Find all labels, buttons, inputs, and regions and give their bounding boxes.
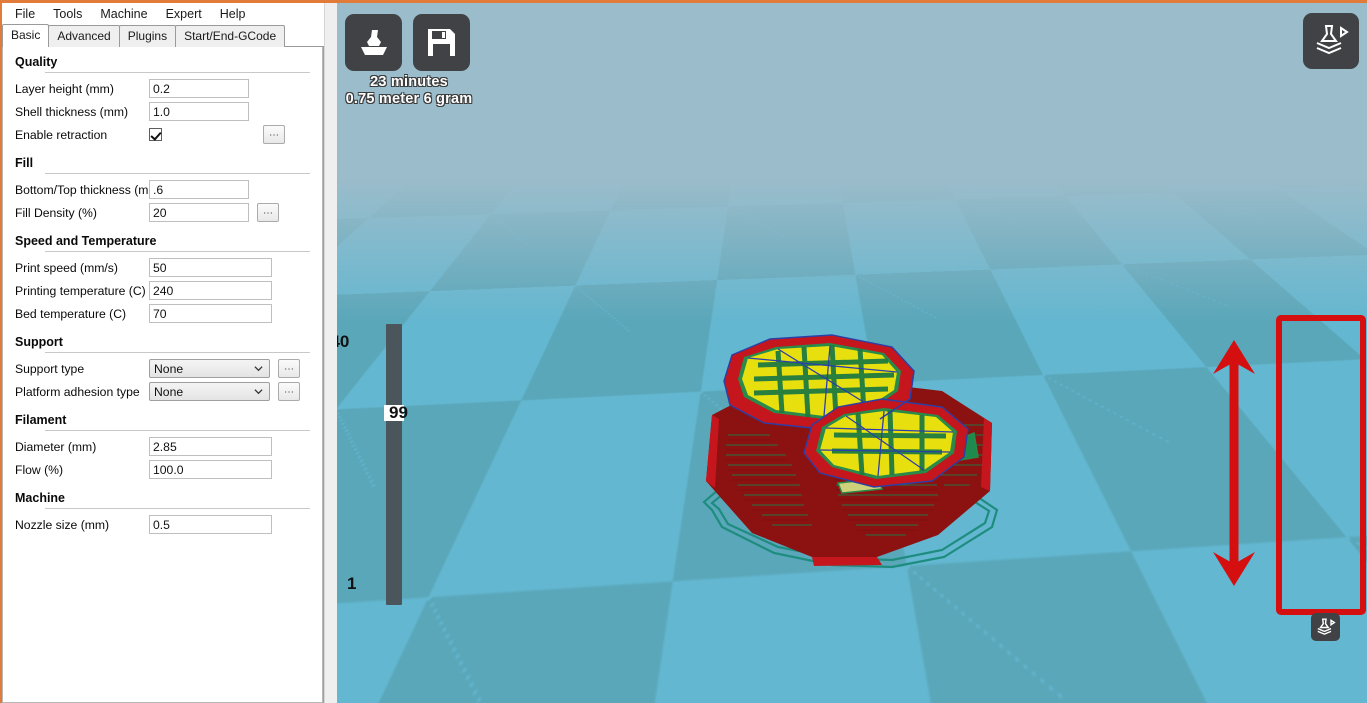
- label-fill-density: Fill Density (%): [15, 206, 149, 220]
- section-divider: [45, 72, 310, 73]
- select-platform-adhesion-type-value: None: [154, 385, 183, 399]
- row-diameter: Diameter (mm): [3, 435, 322, 458]
- input-printing-temperature[interactable]: [149, 281, 272, 300]
- cura-window: File Tools Machine Expert Help Basic Adv…: [0, 0, 1367, 703]
- section-title-support: Support: [3, 335, 322, 350]
- menu-help[interactable]: Help: [211, 4, 255, 24]
- input-bed-temperature[interactable]: [149, 304, 272, 323]
- select-support-type-value: None: [154, 362, 183, 376]
- load-model-icon: [357, 26, 391, 60]
- input-print-speed[interactable]: [149, 258, 272, 277]
- label-nozzle-size: Nozzle size (mm): [15, 518, 149, 532]
- layers-view-icon: [1312, 22, 1350, 60]
- settings-tab-bar: Basic Advanced Plugins Start/End-GCode: [2, 25, 324, 47]
- label-diameter: Diameter (mm): [15, 440, 149, 454]
- row-support-type: Support type None ⋯: [3, 357, 322, 380]
- section-title-machine: Machine: [3, 491, 322, 506]
- menu-expert[interactable]: Expert: [157, 4, 211, 24]
- label-shell-thickness: Shell thickness (mm): [15, 105, 149, 119]
- layer-slider-highlight: [1276, 315, 1366, 615]
- layers-view-small-icon: [1315, 617, 1336, 638]
- row-fill-density: Fill Density (%) ⋯: [3, 201, 322, 224]
- input-shell-thickness[interactable]: [149, 102, 249, 121]
- layer-slider-min-label: 1: [347, 575, 1323, 593]
- chevron-down-icon: [254, 387, 263, 396]
- fill-density-options-button[interactable]: ⋯: [257, 203, 279, 222]
- input-nozzle-size[interactable]: [149, 515, 272, 534]
- input-diameter[interactable]: [149, 437, 272, 456]
- row-flow: Flow (%): [3, 458, 322, 481]
- row-platform-adhesion-type: Platform adhesion type None ⋯: [3, 380, 322, 403]
- label-print-speed: Print speed (mm/s): [15, 261, 149, 275]
- label-printing-temperature: Printing temperature (C): [15, 284, 149, 298]
- menu-machine[interactable]: Machine: [91, 4, 156, 24]
- tab-plugins[interactable]: Plugins: [119, 25, 176, 47]
- label-layer-height: Layer height (mm): [15, 82, 149, 96]
- section-divider: [45, 251, 310, 252]
- row-nozzle-size: Nozzle size (mm): [3, 513, 322, 536]
- settings-panel: File Tools Machine Expert Help Basic Adv…: [2, 3, 324, 703]
- retraction-options-button[interactable]: ⋯: [263, 125, 285, 144]
- section-title-fill: Fill: [3, 156, 322, 171]
- row-shell-thickness: Shell thickness (mm): [3, 100, 322, 123]
- menu-bar: File Tools Machine Expert Help: [2, 3, 324, 25]
- viewport-toolbar: 23 minutes 0.75 meter 6 gram: [345, 14, 477, 108]
- 3d-viewport[interactable]: 23 minutes 0.75 meter 6 gram 140 99 1: [337, 3, 1367, 703]
- label-flow: Flow (%): [15, 463, 149, 477]
- input-bottom-top-thickness[interactable]: [149, 180, 249, 199]
- section-divider: [45, 430, 310, 431]
- section-title-filament: Filament: [3, 413, 322, 428]
- label-support-type: Support type: [15, 362, 149, 376]
- label-platform-adhesion-type: Platform adhesion type: [15, 385, 149, 399]
- print-material: 0.75 meter 6 gram: [337, 91, 495, 108]
- tab-advanced[interactable]: Advanced: [48, 25, 119, 47]
- settings-panel-scrollbar[interactable]: [324, 3, 337, 703]
- layer-view-toggle-button[interactable]: [1311, 613, 1340, 641]
- build-plate: [337, 3, 1367, 136]
- row-enable-retraction: Enable retraction ⋯: [3, 123, 322, 146]
- row-bed-temperature: Bed temperature (C): [3, 302, 322, 325]
- chevron-down-icon: [254, 364, 263, 373]
- settings-form: Quality Layer height (mm) Shell thicknes…: [2, 47, 323, 703]
- row-layer-height: Layer height (mm): [3, 77, 322, 100]
- input-flow[interactable]: [149, 460, 272, 479]
- row-printing-temperature: Printing temperature (C): [3, 279, 322, 302]
- tab-basic[interactable]: Basic: [2, 24, 49, 47]
- checkbox-enable-retraction[interactable]: [149, 128, 162, 141]
- label-bed-temperature: Bed temperature (C): [15, 307, 149, 321]
- layer-slider-track[interactable]: [386, 324, 402, 605]
- input-fill-density[interactable]: [149, 203, 249, 222]
- row-bottom-top-thickness: Bottom/Top thickness (mm): [3, 178, 322, 201]
- label-bottom-top-thickness: Bottom/Top thickness (mm): [15, 183, 149, 197]
- view-mode-button[interactable]: [1303, 13, 1359, 69]
- section-title-quality: Quality: [3, 55, 322, 70]
- platform-adhesion-options-button[interactable]: ⋯: [278, 382, 300, 401]
- support-type-options-button[interactable]: ⋯: [278, 359, 300, 378]
- menu-file[interactable]: File: [6, 4, 44, 24]
- load-model-button[interactable]: [345, 14, 402, 71]
- section-divider: [45, 352, 310, 353]
- print-stats: 23 minutes 0.75 meter 6 gram: [345, 74, 473, 108]
- label-enable-retraction: Enable retraction: [15, 128, 149, 142]
- print-time: 23 minutes: [345, 74, 473, 91]
- layer-slider-current-label: 99: [389, 404, 1363, 422]
- input-layer-height[interactable]: [149, 79, 249, 98]
- tab-start-end-gcode[interactable]: Start/End-GCode: [175, 25, 285, 47]
- annotation-double-arrow: [1211, 338, 1257, 588]
- section-title-speed-temperature: Speed and Temperature: [3, 234, 322, 249]
- select-platform-adhesion-type[interactable]: None: [149, 382, 270, 401]
- section-divider: [45, 508, 310, 509]
- save-floppy-icon: [426, 27, 457, 58]
- row-print-speed: Print speed (mm/s): [3, 256, 322, 279]
- select-support-type[interactable]: None: [149, 359, 270, 378]
- menu-tools[interactable]: Tools: [44, 4, 91, 24]
- layer-slider-max-label: 140: [337, 333, 1328, 351]
- section-divider: [45, 173, 310, 174]
- save-gcode-button[interactable]: [413, 14, 470, 71]
